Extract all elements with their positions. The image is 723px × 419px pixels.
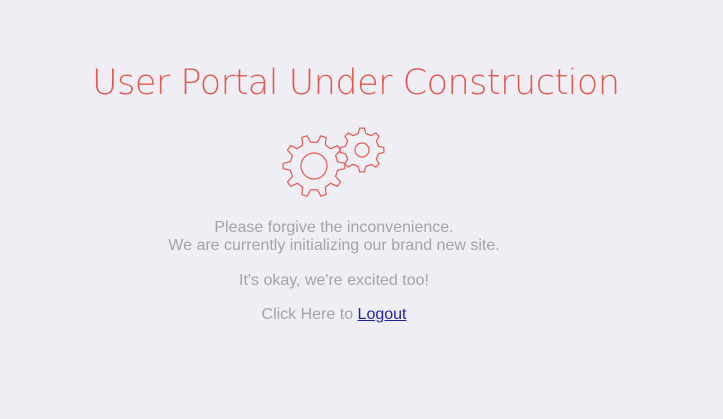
large-gear-icon	[282, 135, 346, 197]
logout-link[interactable]: Logout	[358, 306, 407, 323]
apology-text: Please forgive the inconvenience.	[214, 219, 454, 236]
logout-prefix: Click Here to	[261, 306, 354, 323]
gears-icon	[282, 127, 385, 197]
excited-text: It's okay, we're excited too!	[239, 272, 429, 289]
logout-prompt: Click Here to Logout	[134, 306, 534, 324]
status-text: We are currently initializing our brand …	[168, 237, 500, 254]
large-gear-hole-icon	[300, 152, 328, 180]
construction-page: User Portal Under Construction Please fo…	[0, 0, 723, 419]
page-title: User Portal Under Construction	[92, 63, 620, 103]
small-gear-icon	[339, 127, 385, 173]
small-gear-hole-icon	[354, 142, 370, 158]
